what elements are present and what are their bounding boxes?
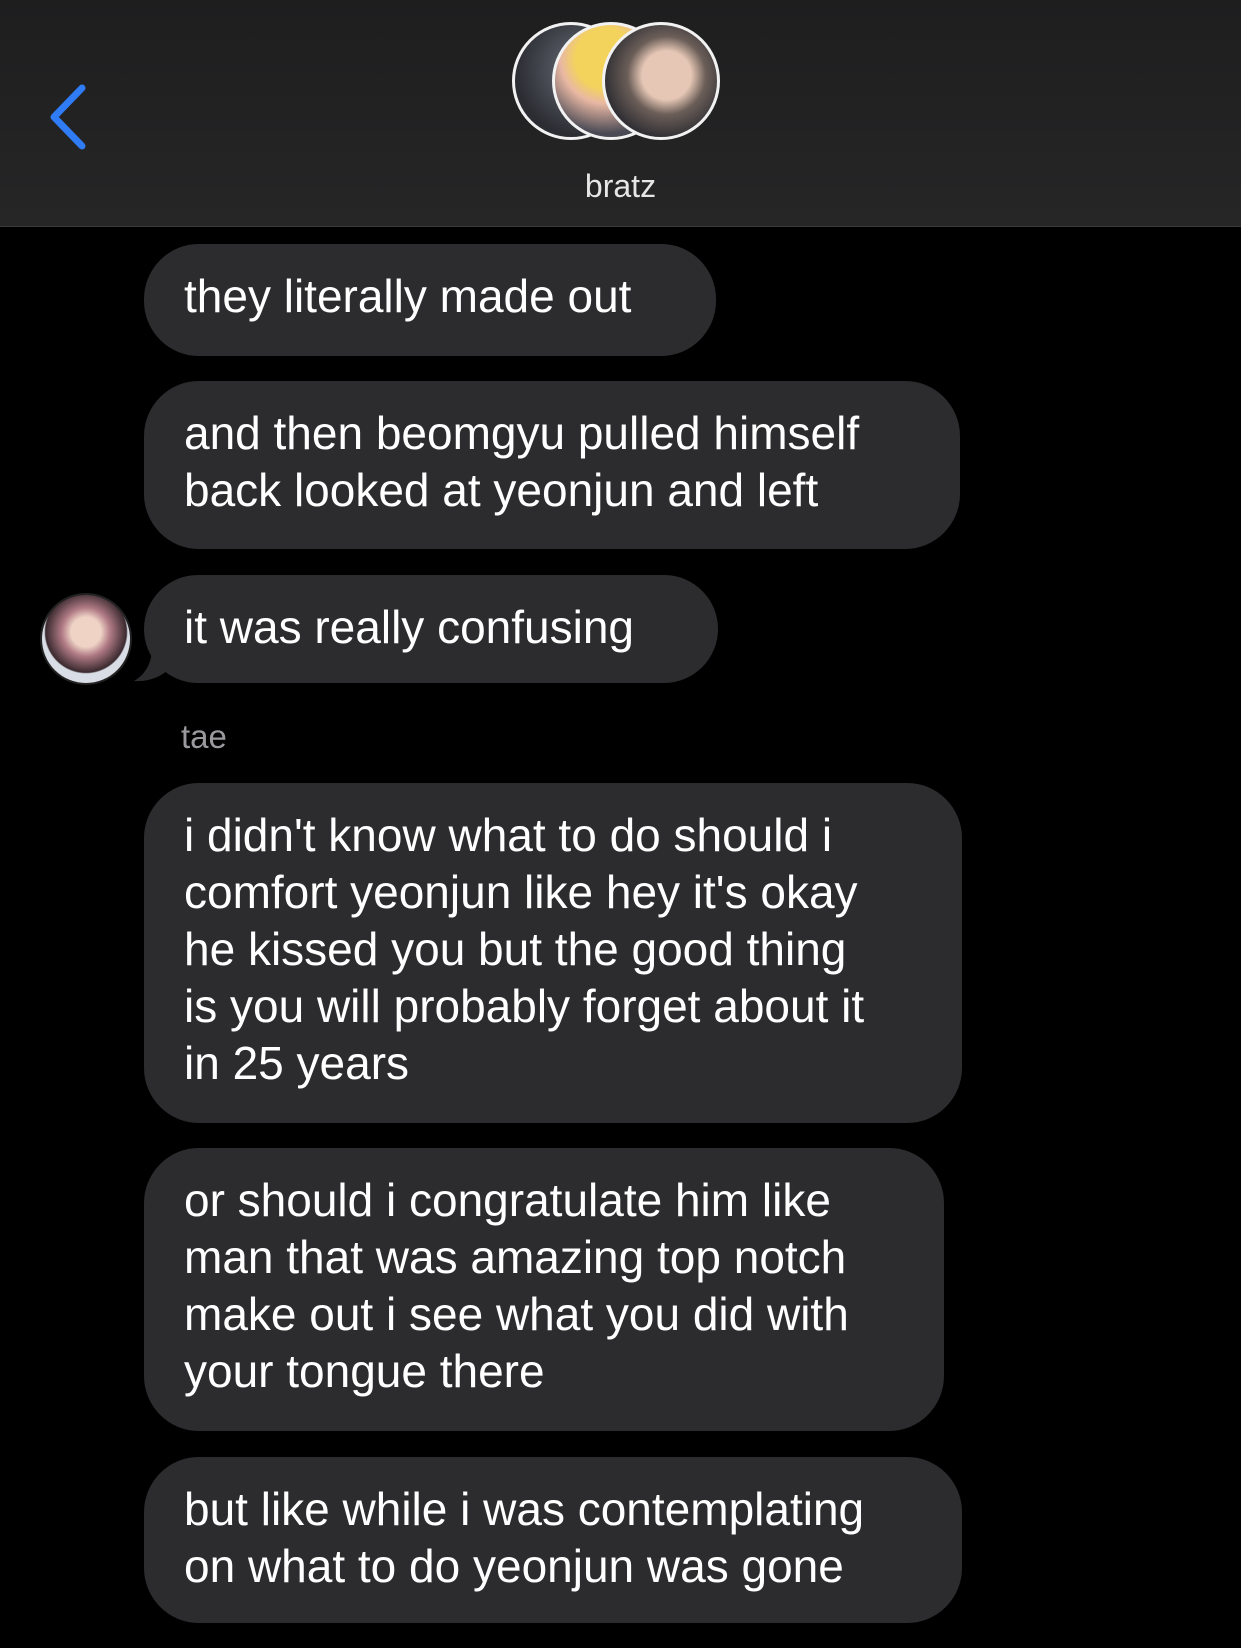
message-bubble[interactable]: it was really confusing — [144, 575, 718, 683]
message-bubble[interactable]: and then beomgyu pulled himself back loo… — [144, 381, 960, 549]
chevron-left-icon — [50, 84, 86, 150]
bubble-tail — [134, 648, 174, 682]
conversation-header: bratz — [0, 0, 1241, 227]
message-bubble[interactable]: but like while i was contemplating on wh… — [144, 1457, 962, 1623]
message-bubble[interactable]: or should i congratulate him like man th… — [144, 1148, 944, 1431]
message-bubble[interactable]: they literally made out — [144, 244, 716, 356]
message-bubble[interactable]: i didn't know what to do should i comfor… — [144, 783, 962, 1123]
group-avatar-stack[interactable] — [512, 20, 732, 150]
group-member-avatar — [602, 22, 720, 140]
group-name[interactable]: bratz — [0, 168, 1241, 205]
sender-avatar[interactable] — [40, 593, 132, 685]
back-button[interactable] — [44, 82, 94, 152]
sender-name: tae — [181, 718, 227, 755]
